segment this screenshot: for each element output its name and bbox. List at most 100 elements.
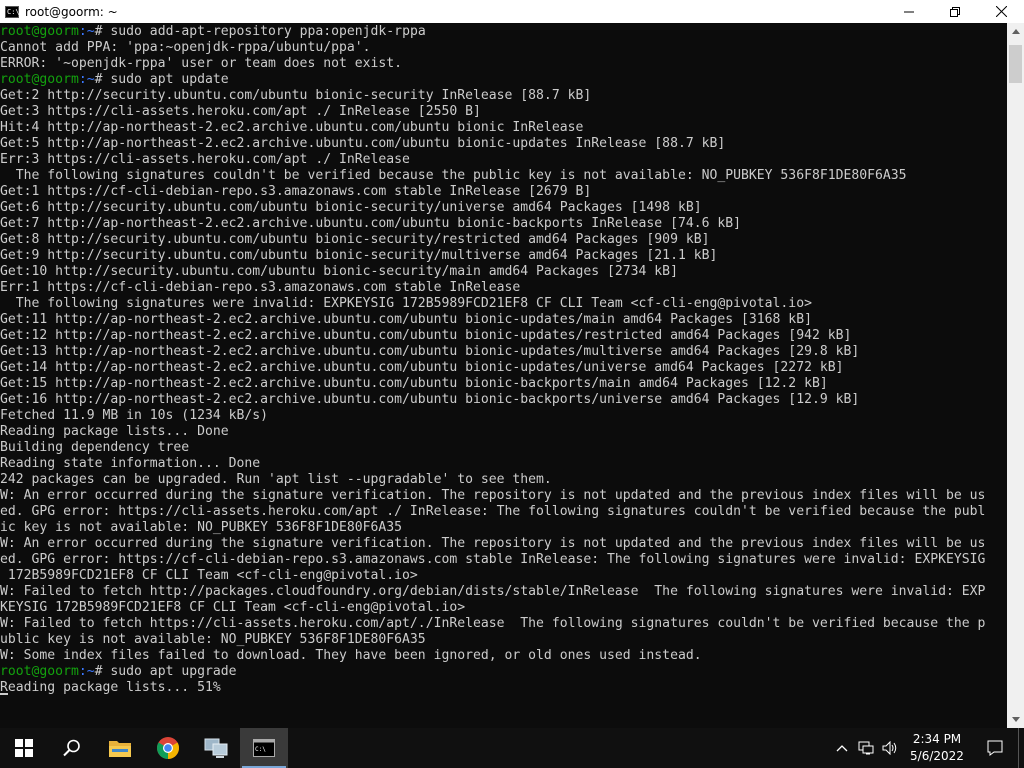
output-line: W: An error occurred during the signatur… (0, 488, 1007, 504)
window-title: root@goorm: ~ (25, 4, 118, 19)
output-text: The following signatures were invalid: E… (0, 296, 812, 311)
terminal-output[interactable]: root@goorm:~# sudo add-apt-repository pp… (0, 23, 1007, 728)
network-tray-button[interactable] (854, 728, 878, 768)
system-tray: 2:34 PM 5/6/2022 (830, 728, 1024, 768)
chrome-icon (157, 737, 179, 759)
output-text: ed. GPG error: https://cli-assets.heroku… (0, 504, 986, 519)
output-line: Get:12 http://ap-northeast-2.ec2.archive… (0, 328, 1007, 344)
output-line: Hit:4 http://ap-northeast-2.ec2.archive.… (0, 120, 1007, 136)
scrollbar-thumb[interactable] (1009, 45, 1022, 83)
folder-icon (109, 741, 131, 757)
prompt-path: :~ (78, 664, 95, 679)
output-text: KEYSIG 172B5989FCD21EF8 CF CLI Team <cf-… (0, 600, 466, 615)
scroll-down-button[interactable] (1007, 711, 1024, 728)
prompt-line: root@goorm:~# sudo apt update (0, 72, 1007, 88)
output-text: Err:3 https://cli-assets.heroku.com/apt … (0, 152, 410, 167)
output-text: Get:8 http://security.ubuntu.com/ubuntu … (0, 232, 710, 247)
minimize-icon (904, 11, 914, 12)
output-line: Get:14 http://ap-northeast-2.ec2.archive… (0, 360, 1007, 376)
output-line: KEYSIG 172B5989FCD21EF8 CF CLI Team <cf-… (0, 600, 1007, 616)
output-line: W: Failed to fetch http://packages.cloud… (0, 584, 1007, 600)
scroll-up-button[interactable] (1007, 23, 1024, 40)
output-text: Get:9 http://security.ubuntu.com/ubuntu … (0, 248, 718, 263)
output-text: W: Failed to fetch http://packages.cloud… (0, 584, 986, 599)
notification-icon (987, 740, 1003, 756)
command-text: # sudo apt update (94, 72, 229, 87)
output-line: ed. GPG error: https://cf-cli-debian-rep… (0, 552, 1007, 568)
output-text: W: An error occurred during the signatur… (0, 536, 986, 551)
output-text: Get:12 http://ap-northeast-2.ec2.archive… (0, 328, 852, 343)
console-app-icon: C:\ (5, 5, 20, 18)
output-line: ublic key is not available: NO_PUBKEY 53… (0, 632, 1007, 648)
volume-tray-button[interactable] (878, 728, 902, 768)
output-text: Get:6 http://security.ubuntu.com/ubuntu … (0, 200, 702, 215)
clock-date: 5/6/2022 (910, 749, 964, 763)
prompt-user: root@goorm (0, 72, 79, 87)
terminal-scrollbar[interactable] (1007, 23, 1024, 728)
output-text: ERROR: '~openjdk-rppa' user or team does… (0, 56, 403, 71)
output-line: Get:15 http://ap-northeast-2.ec2.archive… (0, 376, 1007, 392)
output-text: Building dependency tree (0, 440, 190, 455)
output-text: 172B5989FCD21EF8 CF CLI Team <cf-cli-eng… (0, 568, 418, 583)
output-text: Get:16 http://ap-northeast-2.ec2.archive… (0, 392, 860, 407)
output-line: Get:8 http://security.ubuntu.com/ubuntu … (0, 232, 1007, 248)
taskbar: C:\ 2:34 PM 5/6/2022 (0, 728, 1024, 768)
window-titlebar[interactable]: C:\ root@goorm: ~ (0, 0, 1024, 23)
output-text: The following signatures couldn't be ver… (0, 168, 907, 183)
output-line: The following signatures couldn't be ver… (0, 168, 1007, 184)
close-button[interactable] (978, 0, 1024, 23)
output-line: Get:9 http://security.ubuntu.com/ubuntu … (0, 248, 1007, 264)
restore-icon (950, 6, 960, 17)
search-button[interactable] (48, 728, 96, 768)
output-line: 172B5989FCD21EF8 CF CLI Team <cf-cli-eng… (0, 568, 1007, 584)
output-text: Hit:4 http://ap-northeast-2.ec2.archive.… (0, 120, 584, 135)
clock-time: 2:34 PM (912, 732, 962, 746)
output-text: Get:5 http://ap-northeast-2.ec2.archive.… (0, 136, 726, 151)
taskbar-clock[interactable]: 2:34 PM 5/6/2022 (902, 731, 972, 765)
computer-icon (204, 738, 228, 758)
notifications-button[interactable] (972, 728, 1018, 768)
chevron-up-icon (1011, 29, 1020, 34)
chrome-button[interactable] (144, 728, 192, 768)
prompt-user: root@goorm (0, 664, 79, 679)
terminal-cursor (0, 693, 8, 695)
chevron-down-icon (1011, 717, 1020, 722)
output-line: Reading package lists... 51% (0, 680, 1007, 696)
terminal-button[interactable]: C:\ (240, 728, 288, 768)
show-hidden-icons-button[interactable] (830, 728, 854, 768)
output-line: Get:10 http://security.ubuntu.com/ubuntu… (0, 264, 1007, 280)
maximize-button[interactable] (932, 0, 978, 23)
output-line: Err:3 https://cli-assets.heroku.com/apt … (0, 152, 1007, 168)
minimize-button[interactable] (886, 0, 932, 23)
output-text: Fetched 11.9 MB in 10s (1234 kB/s) (0, 408, 269, 423)
output-line: ed. GPG error: https://cli-assets.heroku… (0, 504, 1007, 520)
network-app-button[interactable] (192, 728, 240, 768)
output-text: Get:11 http://ap-northeast-2.ec2.archive… (0, 312, 812, 327)
output-text: Get:7 http://ap-northeast-2.ec2.archive.… (0, 216, 742, 231)
output-text: Get:1 https://cf-cli-debian-repo.s3.amaz… (0, 184, 592, 199)
output-text: Get:10 http://security.ubuntu.com/ubuntu… (0, 264, 678, 279)
output-line: Get:5 http://ap-northeast-2.ec2.archive.… (0, 136, 1007, 152)
output-line: The following signatures were invalid: E… (0, 296, 1007, 312)
file-explorer-button[interactable] (96, 728, 144, 768)
output-text: Cannot add PPA: 'ppa:~openjdk-rppa/ubunt… (0, 40, 371, 55)
output-line: Reading package lists... Done (0, 424, 1007, 440)
search-icon (63, 739, 80, 757)
output-line: Err:1 https://cf-cli-debian-repo.s3.amaz… (0, 280, 1007, 296)
output-text: Err:1 https://cf-cli-debian-repo.s3.amaz… (0, 280, 521, 295)
output-text: Get:13 http://ap-northeast-2.ec2.archive… (0, 344, 860, 359)
output-text: 242 packages can be upgraded. Run 'apt l… (0, 472, 552, 487)
chevron-up-icon (836, 744, 848, 751)
output-text: W: Failed to fetch https://cli-assets.he… (0, 616, 986, 631)
start-button[interactable] (0, 728, 48, 768)
output-line: 242 packages can be upgraded. Run 'apt l… (0, 472, 1007, 488)
output-text: Reading package lists... Done (0, 424, 229, 439)
prompt-user: root@goorm (0, 24, 79, 39)
prompt-line: root@goorm:~# sudo add-apt-repository pp… (0, 24, 1007, 40)
output-line: Get:11 http://ap-northeast-2.ec2.archive… (0, 312, 1007, 328)
output-line: ic key is not available: NO_PUBKEY 536F8… (0, 520, 1007, 536)
show-desktop-button[interactable] (1018, 728, 1024, 768)
svg-text:C:\: C:\ (255, 746, 266, 753)
output-line: Get:2 http://security.ubuntu.com/ubuntu … (0, 88, 1007, 104)
output-text: W: Some index files failed to download. … (0, 648, 702, 663)
